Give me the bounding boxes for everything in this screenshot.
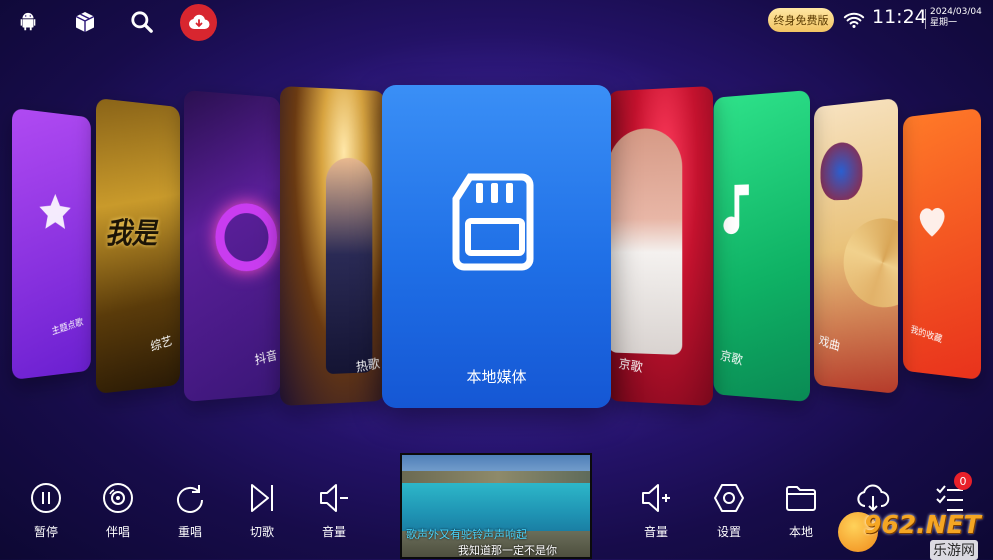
vip-label: 终身免费版 — [773, 14, 829, 27]
local-button[interactable]: 本地 — [775, 480, 827, 542]
volume-down-icon — [320, 484, 348, 512]
fan-art — [843, 217, 898, 310]
top-bar: 终身免费版 11:24 2024/03/04 星期一 — [0, 0, 993, 44]
clock-date: 2024/03/04 星期一 — [930, 7, 982, 29]
card-douyin[interactable]: 抖音 — [184, 90, 281, 402]
search-icon[interactable] — [128, 8, 156, 36]
music-note-icon — [723, 184, 749, 235]
card-label: 热歌 — [355, 356, 381, 376]
heart-icon — [919, 207, 945, 237]
control-label: 暂停 — [33, 525, 58, 539]
skip-next-icon — [251, 484, 273, 512]
replay-icon — [177, 485, 203, 513]
card-label: 京歌 — [617, 356, 644, 376]
watermark-brand: 962.NET — [864, 510, 981, 539]
card-theme-songs[interactable]: 主题点歌 — [12, 108, 91, 380]
replay-button[interactable]: 重唱 — [164, 480, 216, 542]
settings-button[interactable]: 设置 — [703, 480, 755, 542]
control-label: 切歌 — [249, 525, 274, 539]
card-label: 主题点歌 — [50, 317, 85, 338]
control-label: 本地 — [788, 525, 813, 539]
singer-figure — [325, 157, 373, 375]
android-icon[interactable] — [14, 8, 42, 36]
lyric-line-1: 歌声外又有驼铃声声响起 — [406, 526, 527, 542]
disc-icon — [103, 483, 133, 513]
divider — [925, 9, 926, 29]
sd-card-icon — [452, 173, 534, 271]
card-local-media[interactable]: 本地媒体 — [382, 85, 611, 408]
card-opera[interactable]: 戏曲 — [814, 98, 898, 394]
card-red-songs[interactable]: 京歌 — [607, 86, 713, 406]
card-variety[interactable]: 我是 综艺 — [96, 98, 180, 394]
package-icon[interactable] — [71, 8, 99, 36]
wifi-icon — [840, 6, 868, 34]
opera-headdress-art — [820, 140, 863, 201]
card-favorites[interactable]: 我的收藏 — [902, 108, 981, 380]
card-label: 综艺 — [149, 334, 174, 355]
video-preview[interactable]: 歌声外又有驼铃声声响起 我知道那一定不是你 — [400, 453, 592, 559]
card-label: 京歌 — [719, 348, 744, 369]
douyin-ring-art — [215, 202, 278, 272]
weekday-text: 星期一 — [930, 18, 958, 28]
date-text: 2024/03/04 — [930, 7, 982, 17]
pause-button[interactable]: 暂停 — [20, 480, 72, 542]
site-watermark: 962.NET 乐游网 — [838, 508, 993, 560]
volume-up-icon — [642, 484, 670, 512]
pause-icon — [31, 483, 61, 513]
card-label: 本地媒体 — [466, 368, 527, 386]
folder-icon — [786, 486, 816, 511]
queue-count-badge: 0 — [954, 472, 972, 490]
card-label: 我的收藏 — [909, 324, 943, 346]
singer-figure — [607, 127, 683, 355]
control-label: 音量 — [321, 525, 346, 539]
accompaniment-button[interactable]: 伴唱 — [92, 480, 144, 542]
cloud-download-icon[interactable] — [180, 4, 217, 41]
control-label: 伴唱 — [105, 525, 130, 539]
card-hot-songs[interactable]: 热歌 — [280, 86, 386, 406]
card-label: 抖音 — [253, 348, 279, 369]
watermark-sub: 乐游网 — [930, 540, 978, 560]
card-label: 戏曲 — [817, 334, 842, 355]
settings-icon — [714, 484, 744, 512]
lyric-line-2: 我知道那一定不是你 — [458, 544, 557, 557]
control-label: 重唱 — [177, 525, 202, 539]
clock-time: 11:24 — [872, 6, 927, 28]
vip-badge[interactable]: 终身免费版 — [768, 8, 834, 32]
star-icon — [39, 193, 71, 230]
volume-up-button[interactable]: 音量 — [630, 480, 682, 542]
volume-down-button[interactable]: 音量 — [308, 480, 360, 542]
show-logo-art: 我是 — [105, 216, 158, 251]
control-label: 音量 — [643, 525, 668, 539]
lyric-line-1-text: 歌声外又有驼铃声声响起 — [406, 528, 527, 541]
next-song-button[interactable]: 切歌 — [236, 480, 288, 542]
control-label: 设置 — [716, 525, 741, 539]
card-green-songs[interactable]: 京歌 — [713, 90, 810, 402]
